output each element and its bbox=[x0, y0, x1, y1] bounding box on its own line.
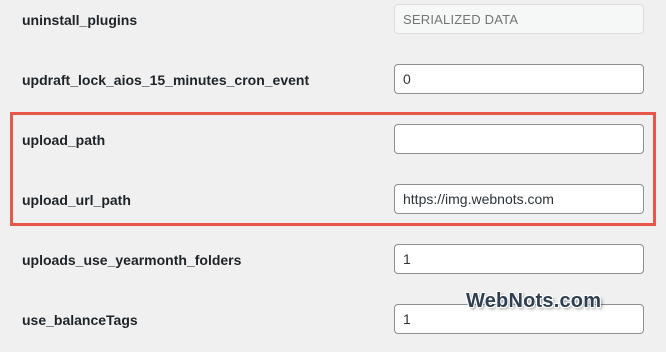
option-input-upload-url-path[interactable] bbox=[394, 184, 644, 214]
option-label-upload-path: upload_path bbox=[22, 132, 106, 148]
option-label-use-balancetags: use_balanceTags bbox=[22, 312, 138, 328]
option-input-upload-path[interactable] bbox=[394, 124, 644, 154]
option-input-uploads-use-yearmonth-folders[interactable] bbox=[394, 244, 644, 274]
option-input-updraft-lock-aios-15-minutes-cron-event[interactable] bbox=[394, 64, 644, 94]
option-label-updraft-lock-aios-15-minutes-cron-event: updraft_lock_aios_15_minutes_cron_event bbox=[22, 72, 310, 88]
option-label-uninstall-plugins: uninstall_plugins bbox=[22, 12, 138, 28]
watermark-text: WebNots.com bbox=[466, 290, 602, 312]
option-label-uploads-use-yearmonth-folders: uploads_use_yearmonth_folders bbox=[22, 252, 242, 268]
option-input-uninstall-plugins bbox=[394, 4, 644, 34]
option-label-upload-url-path: upload_url_path bbox=[22, 192, 131, 208]
